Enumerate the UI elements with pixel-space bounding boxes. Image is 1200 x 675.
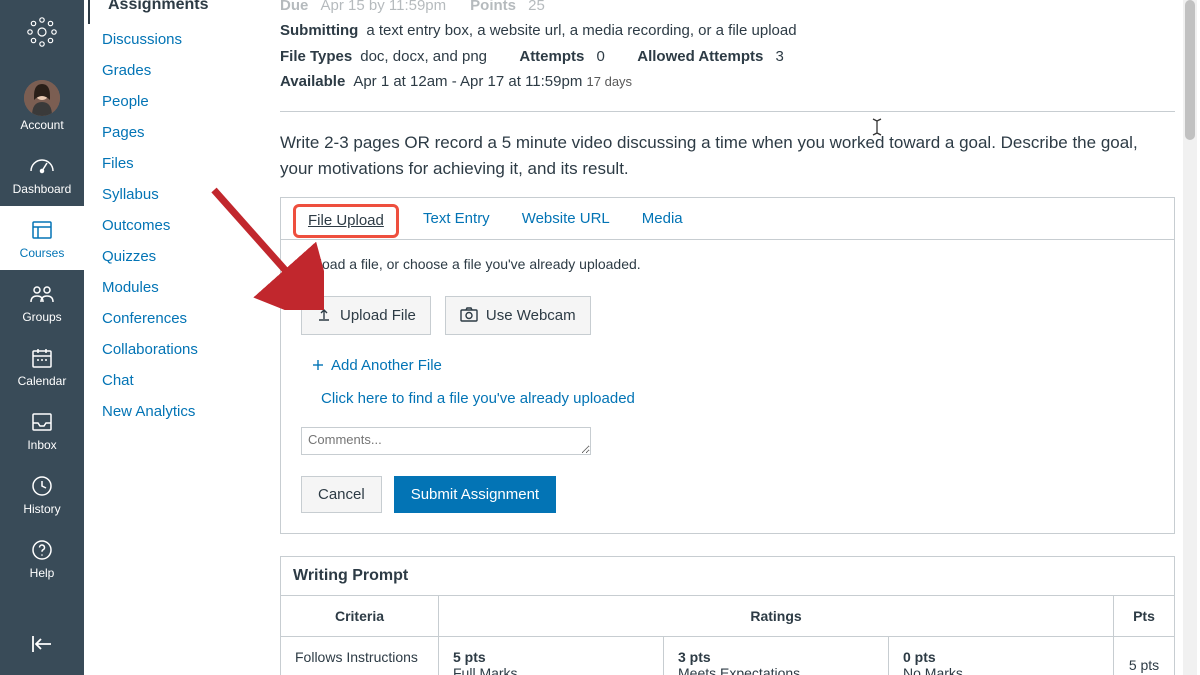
nav-collapse[interactable] bbox=[0, 634, 84, 657]
submit-assignment-button[interactable]: Submit Assignment bbox=[394, 476, 556, 513]
rubric-title: Writing Prompt bbox=[281, 557, 1174, 596]
collapse-icon bbox=[29, 634, 55, 654]
course-nav-header: Assignments bbox=[88, 0, 264, 24]
meta-submitting-value: a text entry box, a website url, a media… bbox=[366, 22, 796, 39]
meta-allowed-value: 3 bbox=[776, 48, 784, 65]
tab-text-entry[interactable]: Text Entry bbox=[423, 210, 490, 227]
submission-tabs: Text Entry Website URL Media bbox=[281, 198, 1174, 240]
nav-dashboard-label: Dashboard bbox=[13, 182, 72, 196]
app-logo[interactable] bbox=[22, 12, 62, 52]
nav-groups[interactable]: Groups bbox=[0, 270, 84, 334]
nav-calendar-label: Calendar bbox=[18, 374, 67, 388]
webcam-icon bbox=[460, 307, 478, 323]
course-nav-item[interactable]: Chat bbox=[102, 365, 264, 396]
nav-help-label: Help bbox=[30, 566, 55, 580]
course-nav-item[interactable]: Modules bbox=[102, 272, 264, 303]
meta-submitting-label: Submitting bbox=[280, 22, 358, 39]
assignment-meta: Due Apr 15 by 11:59pmPoints 25 Submittin… bbox=[280, 0, 1175, 93]
divider bbox=[280, 111, 1175, 112]
rubric-rating: 5 ptsFull Marks bbox=[439, 637, 664, 675]
course-nav-item[interactable]: Files bbox=[102, 148, 264, 179]
avatar bbox=[24, 80, 60, 116]
rubric-total-pts: 5 pts bbox=[1114, 637, 1174, 675]
add-another-file[interactable]: Add Another File bbox=[311, 357, 1154, 374]
nav-account[interactable]: Account bbox=[0, 70, 84, 142]
upload-hint: Upload a file, or choose a file you've a… bbox=[301, 256, 1154, 272]
rubric-data-row: Follows Instructions 5 ptsFull Marks 3 p… bbox=[281, 637, 1174, 675]
tab-website-url[interactable]: Website URL bbox=[522, 210, 610, 227]
meta-available-days: 17 days bbox=[587, 74, 633, 89]
history-icon bbox=[0, 472, 84, 500]
nav-calendar[interactable]: Calendar bbox=[0, 334, 84, 398]
rubric-rating: 3 ptsMeets Expectations bbox=[664, 637, 889, 675]
course-nav-list: Discussions Grades People Pages Files Sy… bbox=[84, 24, 264, 427]
course-nav-item[interactable]: Grades bbox=[102, 55, 264, 86]
rubric-criteria: Follows Instructions bbox=[281, 637, 439, 675]
meta-available-value: Apr 1 at 12am - Apr 17 at 11:59pm bbox=[353, 73, 582, 90]
nav-account-label: Account bbox=[20, 118, 63, 132]
comments-input[interactable] bbox=[301, 427, 591, 455]
scrollbar[interactable] bbox=[1183, 0, 1197, 675]
tab-media[interactable]: Media bbox=[642, 210, 683, 227]
rubric-rating: 0 ptsNo Marks bbox=[889, 637, 1114, 675]
upload-file-button[interactable]: Upload File bbox=[301, 296, 431, 335]
rubric-header-row: Criteria Ratings Pts bbox=[281, 596, 1174, 637]
submission-tabs-container: Text Entry Website URL Media File Upload… bbox=[280, 197, 1175, 534]
meta-filetypes-value: doc, docx, and png bbox=[360, 48, 487, 65]
meta-attempts-label: Attempts bbox=[519, 48, 584, 65]
course-nav-item[interactable]: Discussions bbox=[102, 24, 264, 55]
inbox-icon bbox=[0, 408, 84, 436]
file-upload-panel: Upload a file, or choose a file you've a… bbox=[281, 240, 1174, 533]
course-nav-item[interactable]: Quizzes bbox=[102, 241, 264, 272]
scrollbar-thumb[interactable] bbox=[1185, 0, 1195, 140]
meta-available-label: Available bbox=[280, 73, 345, 90]
rubric-head-ratings: Ratings bbox=[439, 596, 1114, 636]
nav-courses[interactable]: Courses bbox=[0, 206, 84, 270]
rubric-head-criteria: Criteria bbox=[281, 596, 439, 636]
find-uploaded-file-link[interactable]: Click here to find a file you've already… bbox=[321, 390, 1154, 407]
nav-inbox[interactable]: Inbox bbox=[0, 398, 84, 462]
assignment-prompt: Write 2-3 pages OR record a 5 minute vid… bbox=[280, 130, 1175, 183]
course-nav-item[interactable]: New Analytics bbox=[102, 396, 264, 427]
course-nav-item[interactable]: People bbox=[102, 86, 264, 117]
nav-courses-label: Courses bbox=[20, 246, 65, 260]
nav-dashboard[interactable]: Dashboard bbox=[0, 142, 84, 206]
courses-icon bbox=[0, 216, 84, 244]
tab-file-upload[interactable]: File Upload bbox=[308, 212, 384, 229]
help-icon bbox=[0, 536, 84, 564]
meta-attempts-value: 0 bbox=[597, 48, 605, 65]
tab-file-upload-highlight: File Upload bbox=[293, 204, 399, 238]
main-content: Due Apr 15 by 11:59pmPoints 25 Submittin… bbox=[280, 0, 1175, 675]
rubric: Writing Prompt Criteria Ratings Pts Foll… bbox=[280, 556, 1175, 675]
nav-help[interactable]: Help bbox=[0, 526, 84, 590]
use-webcam-button[interactable]: Use Webcam bbox=[445, 296, 591, 335]
cancel-button[interactable]: Cancel bbox=[301, 476, 382, 513]
course-nav-item[interactable]: Conferences bbox=[102, 303, 264, 334]
course-nav: Assignments Discussions Grades People Pa… bbox=[84, 0, 264, 675]
course-nav-item[interactable]: Collaborations bbox=[102, 334, 264, 365]
nav-history-label: History bbox=[23, 502, 60, 516]
meta-allowed-label: Allowed Attempts bbox=[637, 48, 763, 65]
nav-groups-label: Groups bbox=[22, 310, 61, 324]
global-nav: Account Dashboard Courses Groups Calenda… bbox=[0, 0, 84, 675]
nav-inbox-label: Inbox bbox=[27, 438, 56, 452]
nav-history[interactable]: History bbox=[0, 462, 84, 526]
groups-icon bbox=[0, 280, 84, 308]
meta-filetypes-label: File Types bbox=[280, 48, 352, 65]
dashboard-icon bbox=[0, 152, 84, 180]
course-nav-item[interactable]: Pages bbox=[102, 117, 264, 148]
course-nav-item[interactable]: Outcomes bbox=[102, 210, 264, 241]
course-nav-item[interactable]: Syllabus bbox=[102, 179, 264, 210]
calendar-icon bbox=[0, 344, 84, 372]
upload-icon bbox=[316, 307, 332, 323]
rubric-head-pts: Pts bbox=[1114, 596, 1174, 636]
plus-icon bbox=[311, 358, 325, 372]
